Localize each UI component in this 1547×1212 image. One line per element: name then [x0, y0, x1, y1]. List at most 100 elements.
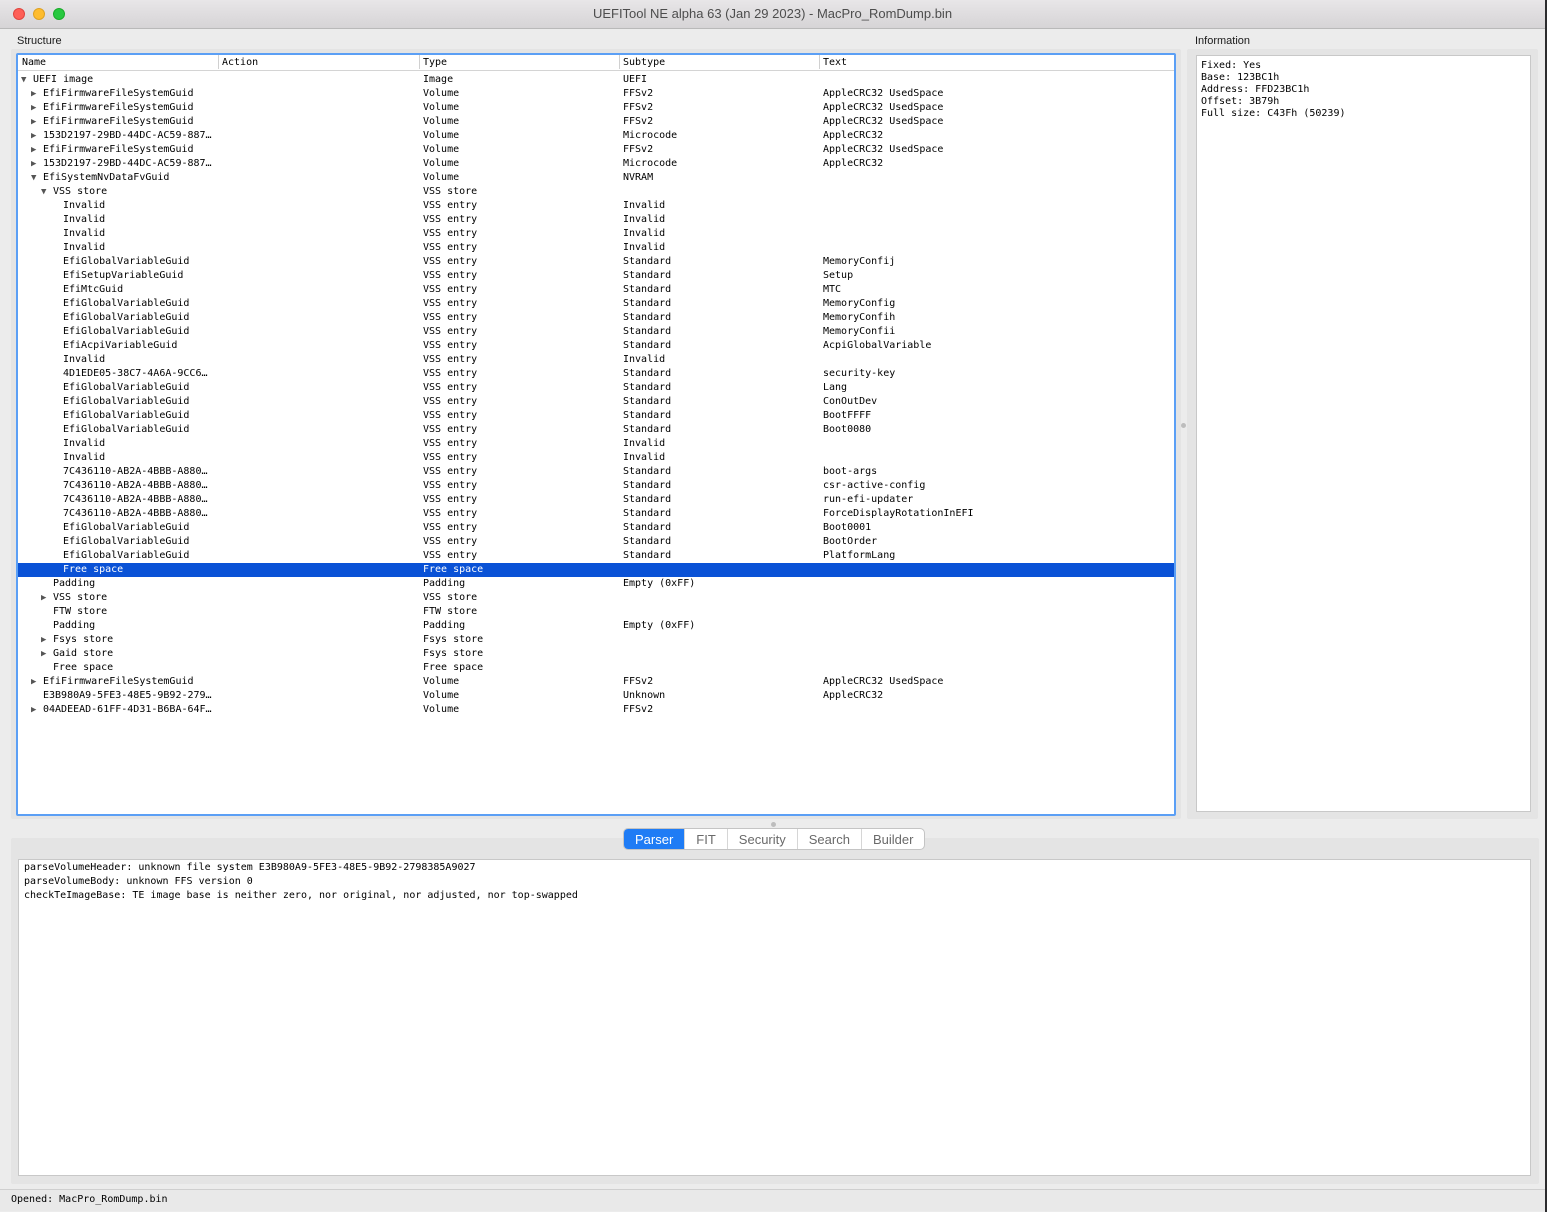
message-line[interactable]: checkTeImageBase: TE image base is neith… [24, 890, 578, 901]
tree-row[interactable]: EfiGlobalVariableGuid VSS entry Standard Bo… [18, 409, 1174, 423]
structure-tree[interactable]: Name Action Type Subtype Text ▼ UEFI imag… [16, 53, 1176, 816]
triangle-right-icon[interactable]: ▶ [31, 159, 36, 169]
row-name: EfiFirmwareFileSystemGuid [43, 144, 194, 155]
tree-row[interactable]: Free space Free space [18, 661, 1174, 675]
row-name: EfiMtcGuid [63, 284, 124, 295]
tree-row[interactable]: Invalid VSS entry Invalid [18, 227, 1174, 241]
tree-row[interactable]: EfiGlobalVariableGuid VSS entry Standard Me… [18, 255, 1174, 269]
tree-row[interactable]: ▼ VSS store VSS store [18, 185, 1174, 199]
row-name: Invalid [63, 228, 106, 239]
tab-search[interactable]: Search [796, 829, 861, 849]
triangle-right-icon[interactable]: ▶ [31, 677, 36, 687]
triangle-right-icon[interactable]: ▶ [31, 89, 36, 99]
tree-row[interactable]: EfiGlobalVariableGuid VSS entry Standard Me… [18, 311, 1174, 325]
row-name: EfiGlobalVariableGuid [63, 424, 190, 435]
row-text: AcpiGlobalVariable [823, 340, 932, 351]
row-subtype: Empty (0xFF) [623, 620, 696, 631]
tree-row[interactable]: ▶ EfiFirmwareFileSystemGuid Volume FFSv2 App… [18, 143, 1174, 157]
tab-fit[interactable]: FIT [684, 829, 727, 849]
tab-builder[interactable]: Builder [860, 829, 924, 849]
message-line[interactable]: parseVolumeHeader: unknown file system E… [24, 862, 476, 873]
row-name: EfiFirmwareFileSystemGuid [43, 116, 194, 127]
column-header-action[interactable]: Action [222, 57, 258, 68]
column-header-name[interactable]: Name [22, 57, 46, 68]
tree-row[interactable]: ▶ Fsys store Fsys store [18, 633, 1174, 647]
parser-messages[interactable]: parseVolumeHeader: unknown file system E… [18, 859, 1531, 1176]
column-header-type[interactable]: Type [423, 57, 447, 68]
tree-row[interactable]: EfiGlobalVariableGuid VSS entry Standard Bo… [18, 535, 1174, 549]
row-type: VSS entry [423, 200, 478, 211]
tree-row[interactable]: EfiAcpiVariableGuid VSS entry Standard Acpi… [18, 339, 1174, 353]
triangle-right-icon[interactable]: ▶ [41, 649, 46, 659]
tree-row[interactable]: EfiMtcGuid VSS entry Standard MTC [18, 283, 1174, 297]
tree-header: Name Action Type Subtype Text [18, 55, 1174, 71]
info-line: Fixed: Yes [1201, 60, 1262, 71]
triangle-right-icon[interactable]: ▶ [41, 593, 46, 603]
tree-row[interactable]: Free space Free space [18, 563, 1174, 577]
triangle-right-icon[interactable]: ▶ [31, 131, 36, 141]
tree-row[interactable]: ▼ EfiSystemNvDataFvGuid Volume NVRAM [18, 171, 1174, 185]
tree-row[interactable]: EfiGlobalVariableGuid VSS entry Standard Bo… [18, 521, 1174, 535]
row-type: Volume [423, 690, 460, 701]
triangle-down-icon[interactable]: ▼ [31, 173, 36, 183]
triangle-right-icon[interactable]: ▶ [31, 103, 36, 113]
tree-row[interactable]: 7C436110-AB2A-4BBB-A880… VSS entry Standar… [18, 493, 1174, 507]
title-bar[interactable]: UEFITool NE alpha 63 (Jan 29 2023) - Mac… [0, 0, 1545, 29]
tree-row[interactable]: EfiGlobalVariableGuid VSS entry Standard Bo… [18, 423, 1174, 437]
tree-row[interactable]: ▼ UEFI image Image UEFI [18, 73, 1174, 87]
row-type: VSS entry [423, 424, 478, 435]
row-type: VSS entry [423, 536, 478, 547]
tree-row[interactable]: ▶ 153D2197-29BD-44DC-AC59-887… Volume Micro… [18, 129, 1174, 143]
row-subtype: Standard [623, 368, 672, 379]
tree-row[interactable]: EfiGlobalVariableGuid VSS entry Standard La… [18, 381, 1174, 395]
tree-row[interactable]: Invalid VSS entry Invalid [18, 213, 1174, 227]
tree-row[interactable]: 7C436110-AB2A-4BBB-A880… VSS entry Standar… [18, 479, 1174, 493]
tree-row[interactable]: ▶ VSS store VSS store [18, 591, 1174, 605]
triangle-down-icon[interactable]: ▼ [21, 75, 26, 85]
tab-security[interactable]: Security [726, 829, 797, 849]
message-line[interactable]: parseVolumeBody: unknown FFS version 0 [24, 876, 253, 887]
tree-row[interactable]: Invalid VSS entry Invalid [18, 241, 1174, 255]
row-name: EfiGlobalVariableGuid [63, 382, 190, 393]
tree-row[interactable]: ▶ 04ADEEAD-61FF-4D31-B6BA-64F… Volume FFSv2 [18, 703, 1174, 717]
tab-parser[interactable]: Parser [624, 829, 685, 849]
tree-row[interactable]: ▶ EfiFirmwareFileSystemGuid Volume FFSv2 App… [18, 115, 1174, 129]
row-subtype: Invalid [623, 354, 666, 365]
tree-row[interactable]: Invalid VSS entry Invalid [18, 451, 1174, 465]
column-header-subtype[interactable]: Subtype [623, 57, 665, 68]
tree-row[interactable]: Padding Padding Empty (0xFF) [18, 619, 1174, 633]
vertical-splitter-handle[interactable] [1181, 423, 1186, 428]
row-text: MemoryConfig [823, 298, 896, 309]
row-type: VSS entry [423, 354, 478, 365]
tree-row[interactable]: 7C436110-AB2A-4BBB-A880… VSS entry Standar… [18, 507, 1174, 521]
row-subtype: Invalid [623, 438, 666, 449]
row-subtype: Invalid [623, 228, 666, 239]
triangle-down-icon[interactable]: ▼ [41, 187, 46, 197]
tree-row[interactable]: FTW store FTW store [18, 605, 1174, 619]
tree-row[interactable]: EfiGlobalVariableGuid VSS entry Standard Me… [18, 325, 1174, 339]
tree-row[interactable]: ▶ Gaid store Fsys store [18, 647, 1174, 661]
tree-row[interactable]: EfiSetupVariableGuid VSS entry Standard Set… [18, 269, 1174, 283]
tree-row[interactable]: EfiGlobalVariableGuid VSS entry Standard Me… [18, 297, 1174, 311]
tree-row[interactable]: EfiGlobalVariableGuid VSS entry Standard Pl… [18, 549, 1174, 563]
tree-row[interactable]: Invalid VSS entry Invalid [18, 353, 1174, 367]
row-type: Volume [423, 144, 460, 155]
triangle-right-icon[interactable]: ▶ [31, 117, 36, 127]
triangle-right-icon[interactable]: ▶ [31, 705, 36, 715]
tree-row[interactable]: Padding Padding Empty (0xFF) [18, 577, 1174, 591]
tree-row[interactable]: ▶ EfiFirmwareFileSystemGuid Volume FFSv2 App… [18, 101, 1174, 115]
tree-row[interactable]: EfiGlobalVariableGuid VSS entry Standard Co… [18, 395, 1174, 409]
tree-row[interactable]: Invalid VSS entry Invalid [18, 437, 1174, 451]
tree-row[interactable]: E3B980A9-5FE3-48E5-9B92-279… Volume Unknow… [18, 689, 1174, 703]
tree-row[interactable]: ▶ 153D2197-29BD-44DC-AC59-887… Volume Micro… [18, 157, 1174, 171]
column-header-text[interactable]: Text [823, 57, 847, 68]
main-window: UEFITool NE alpha 63 (Jan 29 2023) - Mac… [0, 0, 1545, 1212]
tree-row[interactable]: ▶ EfiFirmwareFileSystemGuid Volume FFSv2 App… [18, 87, 1174, 101]
triangle-right-icon[interactable]: ▶ [31, 145, 36, 155]
tree-row[interactable]: ▶ EfiFirmwareFileSystemGuid Volume FFSv2 App… [18, 675, 1174, 689]
horizontal-splitter-handle[interactable] [771, 822, 776, 827]
tree-row[interactable]: 4D1EDE05-38C7-4A6A-9CC6… VSS entry Standar… [18, 367, 1174, 381]
triangle-right-icon[interactable]: ▶ [41, 635, 46, 645]
tree-row[interactable]: Invalid VSS entry Invalid [18, 199, 1174, 213]
tree-row[interactable]: 7C436110-AB2A-4BBB-A880… VSS entry Standar… [18, 465, 1174, 479]
